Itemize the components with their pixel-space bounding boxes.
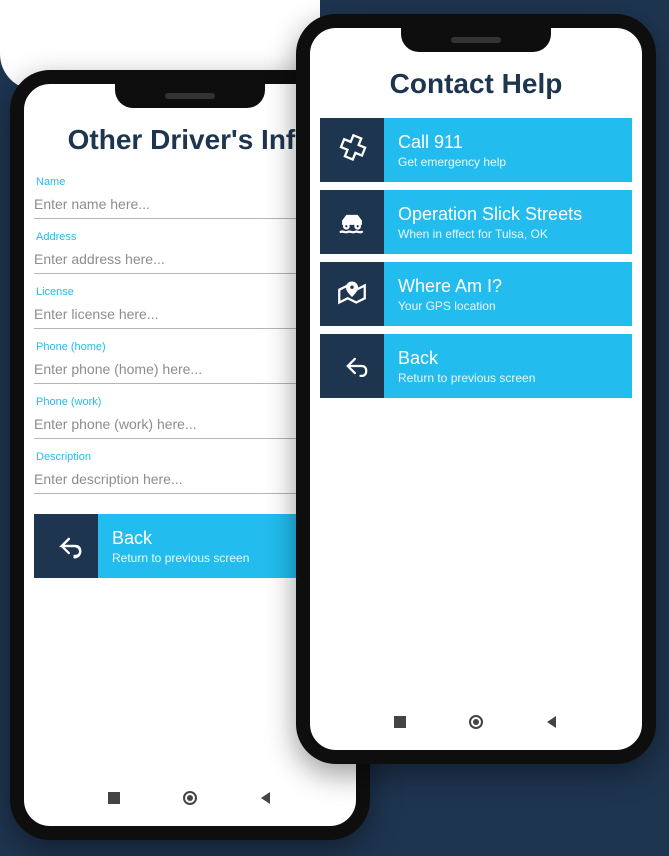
menu-title: Back xyxy=(398,348,618,369)
map-pin-icon xyxy=(320,262,384,326)
nav-back-icon[interactable] xyxy=(544,714,560,730)
menu-content: Where Am I? Your GPS location xyxy=(384,262,632,326)
page-title: Contact Help xyxy=(320,68,632,100)
menu-title: Operation Slick Streets xyxy=(398,204,618,225)
menu-item-where-am-i[interactable]: Where Am I? Your GPS location xyxy=(320,262,632,326)
nav-home-icon[interactable] xyxy=(182,790,198,806)
medical-icon xyxy=(320,118,384,182)
menu-sub: Return to previous screen xyxy=(398,371,618,385)
menu-list: Call 911 Get emergency help Operation Sl… xyxy=(320,118,632,398)
menu-content: Back Return to previous screen xyxy=(384,334,632,398)
android-navbar xyxy=(310,704,642,740)
menu-title: Call 911 xyxy=(398,132,618,153)
menu-item-call-911[interactable]: Call 911 Get emergency help xyxy=(320,118,632,182)
menu-content: Call 911 Get emergency help xyxy=(384,118,632,182)
android-navbar xyxy=(24,780,356,816)
menu-content: Operation Slick Streets When in effect f… xyxy=(384,190,632,254)
nav-home-icon[interactable] xyxy=(468,714,484,730)
car-skid-icon xyxy=(320,190,384,254)
back-icon xyxy=(320,334,384,398)
phone-notch xyxy=(115,84,265,108)
screen-contact-help: Contact Help Call 911 Get emergency help… xyxy=(310,28,642,750)
nav-back-icon[interactable] xyxy=(258,790,274,806)
phone-contact-help: Contact Help Call 911 Get emergency help… xyxy=(296,14,656,764)
back-icon xyxy=(34,514,98,578)
phone-notch xyxy=(401,28,551,52)
menu-item-slick-streets[interactable]: Operation Slick Streets When in effect f… xyxy=(320,190,632,254)
menu-item-back[interactable]: Back Return to previous screen xyxy=(320,334,632,398)
menu-title: Where Am I? xyxy=(398,276,618,297)
menu-sub: When in effect for Tulsa, OK xyxy=(398,227,618,241)
nav-recent-icon[interactable] xyxy=(106,790,122,806)
nav-recent-icon[interactable] xyxy=(392,714,408,730)
menu-sub: Get emergency help xyxy=(398,155,618,169)
menu-sub: Your GPS location xyxy=(398,299,618,313)
